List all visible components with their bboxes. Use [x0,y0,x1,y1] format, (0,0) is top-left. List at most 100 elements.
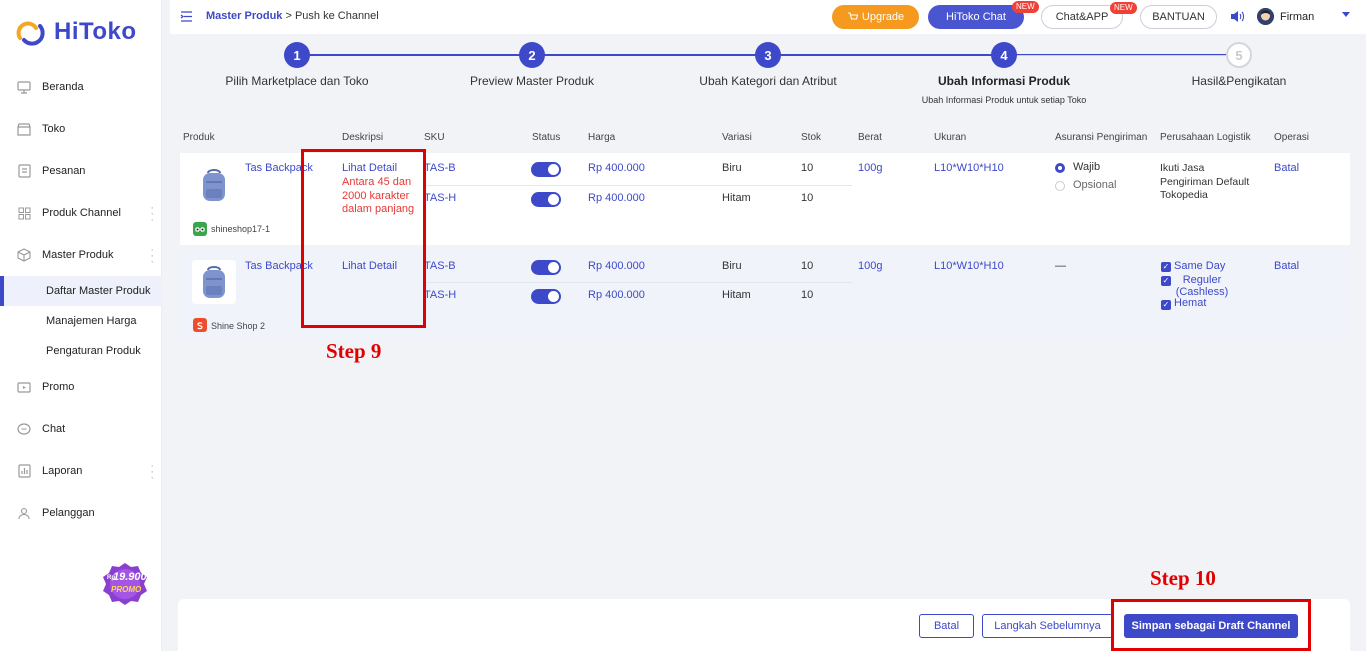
sidebar-item-pesanan[interactable]: Pesanan [0,150,162,192]
column-header: Perusahaan Logistik [1160,132,1251,143]
insurance-radio-wajib[interactable] [1055,163,1065,173]
help-button[interactable]: BANTUAN [1140,5,1217,29]
sidebar-item-produk-channel[interactable]: Produk Channel · · · [0,192,162,234]
sku-value: TAS-H [424,192,457,204]
shop-name: shineshop17-1 [211,224,271,234]
chat-app-button[interactable]: Chat&APP NEW [1041,2,1137,29]
logistics-option-label: Reguler (Cashless) [1175,274,1229,298]
cancel-row-link[interactable]: Batal [1274,260,1299,272]
step-9-highlight-box [301,149,426,328]
step-1-label: Pilih Marketplace dan Toko [225,74,369,88]
monitor-icon [16,79,32,95]
step-9-annotation: Step 9 [326,339,382,363]
app-name: HiToko [54,18,137,45]
logistics-option-label: Hemat [1174,297,1207,309]
sidebar-item-master-produk[interactable]: Master Produk · · · [0,234,162,276]
more-icon[interactable]: · · · [150,245,154,268]
insurance-option-label: Opsional [1073,179,1117,191]
cart-icon [847,12,858,20]
insurance-radio-opsional[interactable] [1055,181,1065,191]
product-image [192,260,236,304]
sidebar-item-laporan[interactable]: Laporan · · · [0,450,162,492]
status-toggle[interactable] [531,289,561,304]
tokopedia-icon [193,222,207,236]
more-icon[interactable]: · · · [150,203,154,226]
cancel-button[interactable]: Batal [919,614,974,638]
clipboard-icon [16,163,32,179]
column-header: Produk [183,132,215,143]
sidebar-item-label: Pesanan [42,165,86,177]
logistics-checkbox-same-day[interactable]: ✓ [1161,262,1171,272]
column-header: Berat [858,132,882,143]
step-3-label: Ubah Kategori dan Atribut [699,74,837,88]
weight-value[interactable]: 100g [858,162,882,174]
new-badge: NEW [1110,2,1137,14]
store-icon [16,121,32,137]
logistics-value: Ikuti Jasa Pengiriman Default Tokopedia [1160,162,1250,201]
insurance-value: — [1055,260,1066,272]
size-value[interactable]: L10*W10*H10 [934,162,1004,174]
price-value[interactable]: Rp 400.000 [588,260,645,272]
price-value[interactable]: Rp 400.000 [588,289,645,301]
breadcrumb-root[interactable]: Master Produk [206,10,282,22]
status-toggle[interactable] [531,162,561,177]
previous-step-button[interactable]: Langkah Sebelumnya [982,614,1113,638]
promo-badge[interactable]: Rp 19.900 PROMO [102,562,148,606]
sidebar-item-label: Produk Channel [42,207,121,219]
status-toggle[interactable] [531,192,561,207]
sidebar-subitem-pengaturan-produk[interactable]: Pengaturan Produk [0,336,162,366]
progress-steps: 1 Pilih Marketplace dan Toko 2 Preview M… [170,34,1366,120]
sidebar-nav: Beranda Toko Pesanan Produk Channel · · · … [0,66,162,534]
weight-value[interactable]: 100g [858,260,882,272]
stock-value: 10 [801,260,814,272]
speaker-icon[interactable] [1230,10,1245,23]
hitoko-chat-button[interactable]: HiToko Chat NEW [928,1,1039,29]
users-icon [16,505,32,521]
step-10-annotation: Step 10 [1150,566,1216,590]
more-icon[interactable]: · · · [150,461,154,484]
user-dropdown-caret-icon[interactable] [1342,12,1350,17]
sidebar-subitem-daftar-master-produk[interactable]: Daftar Master Produk [0,276,162,306]
promo-price: 19.900 [113,571,147,583]
top-bar: Master Produk > Push ke Channel Upgrade … [170,0,1366,34]
sidebar-item-chat[interactable]: Chat [0,408,162,450]
stock-value: 10 [801,289,814,301]
logistics-checkbox-reguler[interactable]: ✓ [1161,276,1171,286]
insurance-option-label: Wajib [1073,161,1101,173]
app-logo[interactable]: HiToko [14,18,137,46]
new-badge: NEW [1012,1,1039,13]
column-header: SKU [424,132,445,143]
variation-value: Hitam [722,192,751,204]
promo-icon [16,379,32,395]
sidebar-subitem-manajemen-harga[interactable]: Manajemen Harga [0,306,162,336]
size-value[interactable]: L10*W10*H10 [934,260,1004,272]
variation-value: Hitam [722,289,751,301]
logistics-checkbox-hemat[interactable]: ✓ [1161,300,1171,310]
step-2-label: Preview Master Produk [469,74,595,88]
sidebar-item-toko[interactable]: Toko [0,108,162,150]
promo-label: PROMO [111,585,142,594]
avatar-image-icon [1257,8,1274,25]
variant-divider [424,185,852,186]
table-header: Produk Deskripsi SKU Status Harga Varias… [178,128,1350,148]
menu-collapse-icon[interactable] [180,11,193,22]
sidebar-item-promo[interactable]: Promo [0,366,162,408]
shopee-icon [193,318,207,332]
user-name[interactable]: Firman [1280,11,1314,23]
sidebar-item-label: Chat [42,423,66,435]
step-3-circle: 3 [755,42,781,68]
sidebar-item-label: Toko [42,123,66,135]
step-5-label: Hasil&Pengikatan [1191,74,1287,88]
chat-app-label: Chat&APP [1055,11,1109,23]
status-toggle[interactable] [531,260,561,275]
chat-icon [16,421,32,437]
sidebar-item-beranda[interactable]: Beranda [0,66,162,108]
price-value[interactable]: Rp 400.000 [588,162,645,174]
cancel-row-link[interactable]: Batal [1274,162,1299,174]
upgrade-button[interactable]: Upgrade [832,5,919,29]
column-header: Status [532,132,561,143]
cube-icon [16,247,32,263]
avatar[interactable] [1257,8,1274,25]
sidebar-item-pelanggan[interactable]: Pelanggan [0,492,162,534]
price-value[interactable]: Rp 400.000 [588,192,645,204]
